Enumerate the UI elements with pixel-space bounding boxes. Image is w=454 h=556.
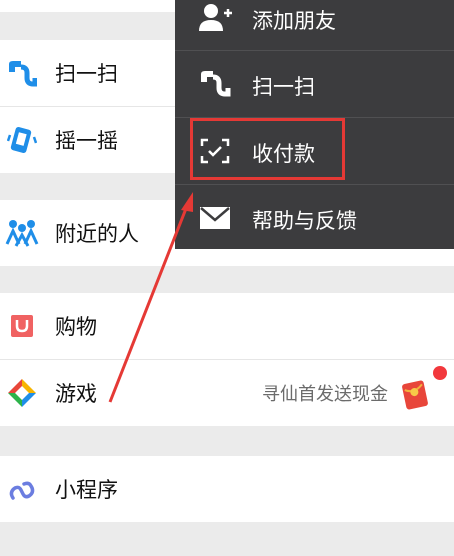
menu-item-scan[interactable]: 扫一扫 xyxy=(175,51,454,117)
scan-icon xyxy=(199,69,233,99)
discover-item-label: 购物 xyxy=(55,315,97,339)
discover-item-label: 扫一扫 xyxy=(55,62,118,86)
discover-item-games[interactable]: 游戏 寻仙首发送现金 xyxy=(0,360,454,426)
games-icon xyxy=(0,373,44,413)
discover-item-label: 附近的人 xyxy=(55,222,139,246)
annotation-highlight-box xyxy=(190,118,345,180)
scan-icon xyxy=(0,53,44,93)
shopping-bag-icon xyxy=(0,306,44,346)
add-friend-icon xyxy=(199,3,233,33)
mail-icon xyxy=(199,205,233,235)
discover-item-mini-programs[interactable]: 小程序 xyxy=(0,456,454,522)
discover-item-label: 游戏 xyxy=(55,382,97,406)
new-badge-dot xyxy=(433,366,447,380)
menu-item-label: 帮助与反馈 xyxy=(252,209,357,233)
discover-item-label: 摇一摇 xyxy=(55,129,118,153)
menu-item-label: 添加朋友 xyxy=(252,9,336,33)
games-promo-hint: 寻仙首发送现金 xyxy=(262,384,388,405)
menu-item-add-friend[interactable]: 添加朋友 xyxy=(175,0,454,51)
mini-program-icon xyxy=(0,469,44,509)
discover-item-label: 小程序 xyxy=(55,478,118,502)
discover-item-shopping[interactable]: 购物 xyxy=(0,293,454,359)
red-packet-icon xyxy=(402,376,432,410)
people-nearby-icon xyxy=(0,213,44,253)
shake-icon xyxy=(0,120,44,160)
menu-item-help-feedback[interactable]: 帮助与反馈 xyxy=(175,185,454,251)
menu-item-label: 扫一扫 xyxy=(252,75,315,99)
